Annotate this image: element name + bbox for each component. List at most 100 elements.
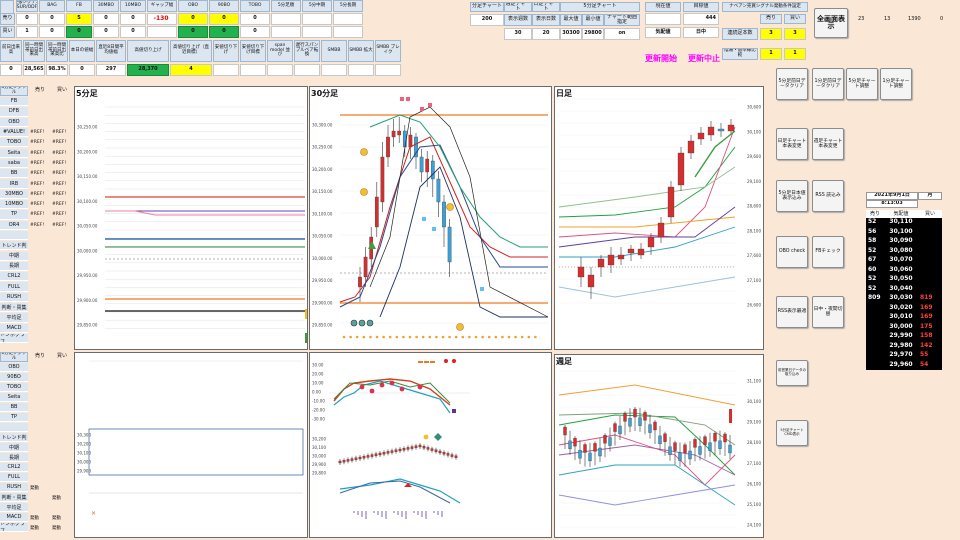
price-marker (305, 309, 307, 319)
ob-buy (918, 247, 942, 256)
control-button[interactable]: 1分足チャート調整 (880, 68, 912, 100)
min-field[interactable]: 29800 (582, 28, 604, 40)
time-tick (461, 335, 465, 339)
control-button[interactable]: 5分足チャート調整 (846, 68, 878, 100)
control-button[interactable]: 5分足日本値表示込み (776, 180, 808, 212)
ob-row: 52 30,050 (866, 275, 942, 284)
compare-buy[interactable]: 1 (784, 48, 806, 60)
signal-row-label: 長期 (0, 453, 28, 462)
candle (425, 158, 430, 173)
indicator-line (558, 276, 736, 298)
candle (633, 408, 637, 418)
stat-value (375, 64, 401, 76)
ob-sell: 58 (868, 237, 877, 244)
signal-row-label (0, 230, 28, 241)
update-start-button[interactable]: 更新開始 (640, 52, 682, 66)
signal-dot (417, 384, 423, 390)
control-button[interactable]: 日足チャート本表変更 (776, 128, 808, 160)
session-mode[interactable]: 日中 (683, 27, 719, 38)
candle (648, 424, 652, 433)
stat-label: 高値切り上げ (127, 40, 169, 62)
ob-row: 56 30,100 (866, 228, 942, 237)
signal-row-label: トンボグラフ (0, 523, 28, 532)
control-button[interactable]: 週足チャート本表変更 (812, 128, 844, 160)
candle (618, 425, 622, 435)
control-button[interactable]: FBチェック (812, 236, 844, 268)
signal-row-sell: #REF! (30, 212, 45, 218)
control-button[interactable]: 1分足前日データクリア (812, 68, 844, 100)
signal-dot (360, 148, 368, 156)
range-toggle[interactable]: on (604, 28, 640, 40)
signal-value-sell: 0 (240, 13, 270, 25)
update-stop-button[interactable]: 更新中止 (686, 52, 722, 66)
control-button[interactable]: 日中・夜間切替 (812, 296, 844, 328)
chart-daily[interactable]: 日足 30,600 30,100 29,600 29,100 28,600 28,100 2… (554, 86, 764, 350)
stat-label: 安値切り下げ (213, 40, 239, 62)
consec-sell[interactable]: 3 (760, 28, 782, 40)
time-tick (342, 335, 346, 339)
full-screen-button[interactable]: 全画面表示 (814, 8, 848, 38)
price-tick: 30,200.00 (312, 167, 333, 172)
candle (394, 449, 398, 452)
ob-sell (866, 361, 884, 370)
control-button[interactable]: 前営業日データの取り込み (776, 360, 808, 386)
ob-row: 29,970 55 (866, 351, 942, 360)
signal-row-label: MACD (0, 513, 28, 522)
signal-settings-title: ナベアン売買シグナル発動条件設定 (722, 2, 808, 12)
settings-header: 日足チャート (532, 2, 560, 12)
control-button[interactable]: RSS 読込み (812, 180, 844, 212)
chart-5min[interactable]: 5分足 30,250.00 30,200.00 30,150.00 30,100.00… (74, 86, 308, 350)
days-field[interactable]: 20 (532, 28, 560, 40)
chart-1min-sub[interactable]: 30,300 30,200 30,100 30,000 29,900 × (74, 352, 308, 538)
candle (358, 276, 362, 288)
ob-row: 52 30,040 (866, 285, 942, 294)
weeks-field[interactable]: 30 (504, 28, 532, 40)
candle (603, 435, 607, 444)
signal-header: 5分中期 (302, 0, 332, 12)
chart-weekly[interactable]: 週足 31,100 30,100 29,100 28,100 27,100 26,100 2… (554, 354, 764, 538)
signal-row-label: Seita (0, 393, 28, 402)
signal-row-sell: #REF! (30, 181, 45, 187)
chart-30min[interactable]: 30分足 30,300.00 30,250.00 30,200.00 30,150.0… (309, 86, 552, 350)
signal-value-sell: 0 (93, 13, 119, 25)
price-tick: 29,900.00 (312, 300, 333, 305)
signal-row-label: CRL2 (0, 463, 28, 472)
signal-header: TOBO (240, 0, 270, 12)
control-button[interactable]: RSS表示最適 (776, 296, 808, 328)
candle (418, 444, 422, 448)
signal-value-sell: 5 (66, 13, 92, 25)
candle (647, 236, 655, 248)
ob-price: 29,980 (889, 341, 913, 349)
control-button[interactable]: 5分足チャートCMD表示 (776, 420, 808, 446)
control-button[interactable]: OBO check (776, 236, 808, 268)
chart-30min-sub-plot: 30.00 20.00 10.00 0.00 -10.00 -20.00 -30.00 30,… (312, 359, 470, 519)
ob-row: 58 30,090 (866, 237, 942, 246)
candle (378, 452, 382, 456)
max-field[interactable]: 30300 (560, 28, 582, 40)
ob-price: 29,990 (889, 332, 913, 339)
ob-row: 67 30,070 (866, 256, 942, 265)
signal-row-buy: #REF! (52, 140, 67, 146)
chart-weekly-title: 週足 (556, 356, 572, 367)
stat-label: 同一時間帯前日出来高比 (46, 40, 68, 62)
ob-sell (866, 313, 884, 322)
chart-30min-sub[interactable]: 30.00 20.00 10.00 0.00 -10.00 -20.00 -30.00 30,… (309, 352, 552, 538)
consec-label: 連続足本数 (722, 28, 758, 40)
stat-value (321, 64, 347, 76)
signal-row-label: トレンド判 (0, 433, 28, 442)
quote-mode[interactable]: 気配値 (645, 27, 681, 38)
candle (434, 449, 438, 452)
consec-buy[interactable]: 3 (784, 28, 806, 40)
candle (677, 152, 685, 186)
setting-field[interactable]: 200 (470, 14, 504, 26)
signal-row-buy: #REF! (52, 160, 67, 166)
signal-value-buy: 0 (120, 26, 146, 38)
stat-label: 高値切り上げ（直近目標） (170, 40, 212, 62)
time-tick (534, 335, 537, 339)
control-button[interactable]: 5分足前日データクリア (776, 68, 808, 100)
ob-row: 809 30,030 819 (866, 294, 942, 303)
price-tick: 30,300.00 (312, 123, 333, 128)
compare-sell[interactable]: 1 (760, 48, 782, 60)
price-tick: 29,100 (747, 179, 761, 184)
signal-row-label: 平均足 (0, 313, 28, 323)
